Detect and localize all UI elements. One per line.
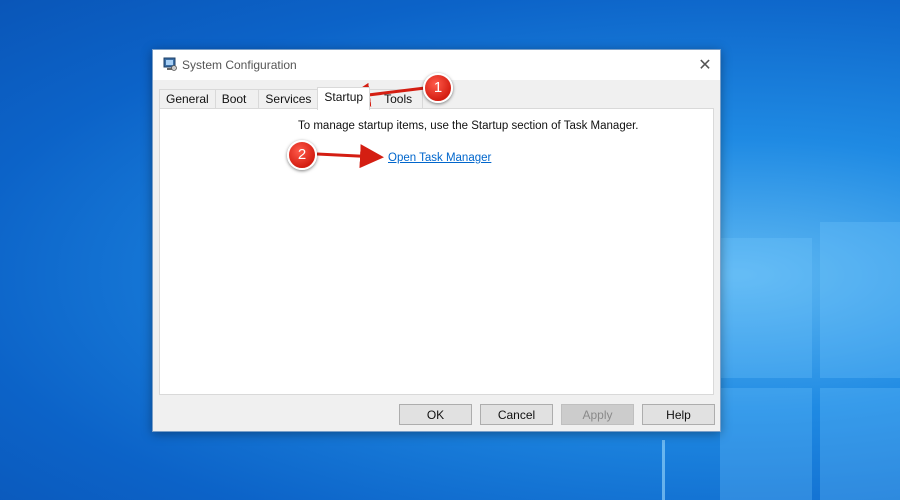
desktop-logo-pane: [720, 238, 812, 378]
desktop-logo-pane: [720, 388, 812, 500]
msconfig-app-icon: [163, 57, 177, 71]
desktop-light-line: [662, 440, 665, 500]
cancel-button[interactable]: Cancel: [480, 404, 553, 425]
tab-startup[interactable]: Startup: [317, 87, 371, 110]
apply-button[interactable]: Apply: [561, 404, 634, 425]
help-button[interactable]: Help: [642, 404, 715, 425]
tab-boot[interactable]: Boot: [214, 89, 260, 109]
ok-button[interactable]: OK: [399, 404, 472, 425]
desktop-logo-pane: [820, 222, 900, 378]
annotation-badge-1: 1: [423, 73, 453, 103]
open-task-manager-link[interactable]: Open Task Manager: [388, 152, 491, 164]
system-configuration-window: System Configuration ✕ General Boot Serv…: [152, 49, 721, 432]
startup-instruction-text: To manage startup items, use the Startup…: [298, 120, 639, 132]
tab-services[interactable]: Services: [258, 89, 319, 109]
window-title: System Configuration: [182, 58, 297, 72]
tab-tools[interactable]: Tools: [369, 89, 424, 109]
tab-strip: General Boot Services Startup Tools: [159, 87, 424, 110]
close-button[interactable]: ✕: [690, 50, 720, 80]
annotation-badge-2: 2: [287, 140, 317, 170]
close-icon: ✕: [698, 57, 712, 74]
tab-general[interactable]: General: [159, 89, 216, 109]
startup-tab-panel: To manage startup items, use the Startup…: [159, 108, 714, 395]
desktop-logo-pane: [820, 388, 900, 500]
